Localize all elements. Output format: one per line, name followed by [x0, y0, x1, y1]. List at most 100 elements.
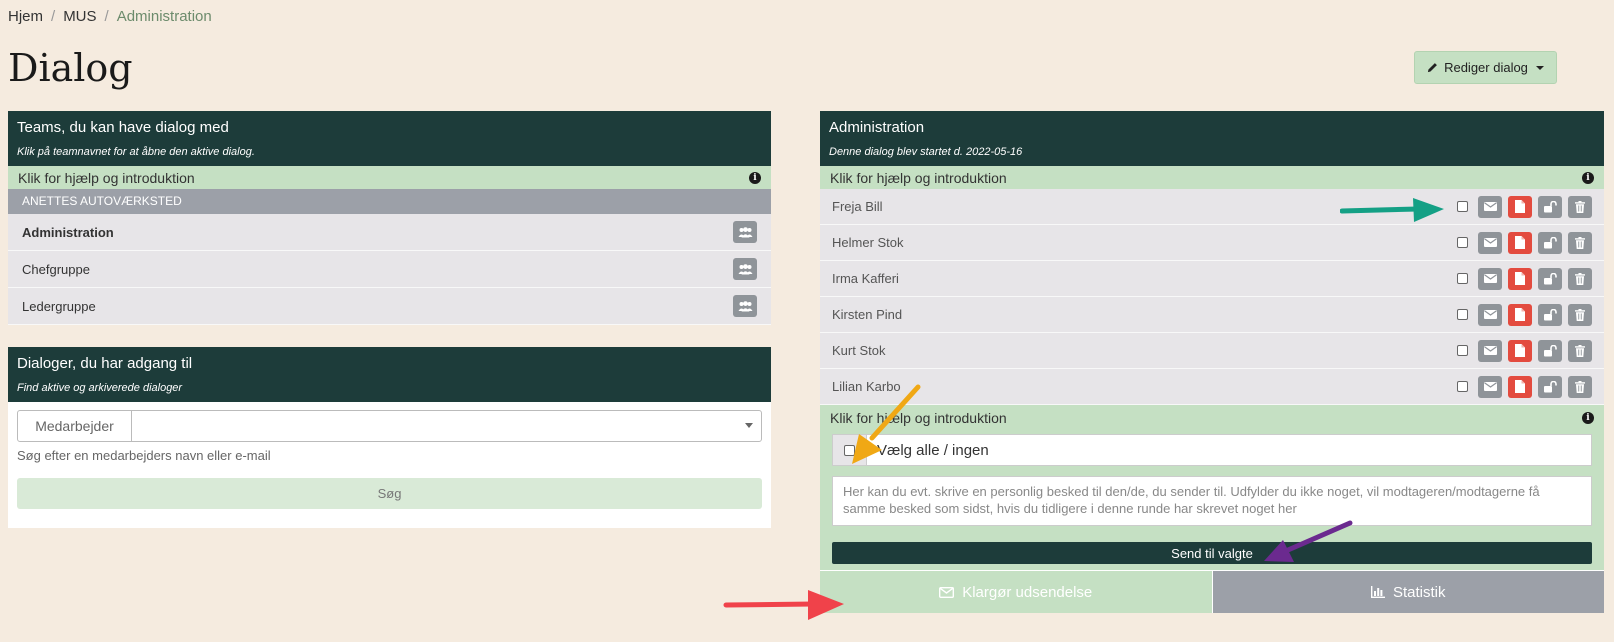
envelope-icon[interactable]: [1478, 339, 1502, 362]
page-title: Dialog: [8, 46, 133, 90]
admin-panel-subtitle: Denne dialog blev startet d. 2022-05-16: [829, 146, 1023, 158]
document-icon[interactable]: [1508, 195, 1532, 218]
admin-panel: Administration Denne dialog blev startet…: [820, 111, 1604, 613]
member-select-checkbox[interactable]: [1457, 309, 1468, 320]
team-row-administration[interactable]: Administration: [8, 214, 771, 251]
member-name: Freja Bill: [832, 199, 883, 214]
breadcrumb-separator: /: [51, 8, 56, 25]
member-name: Irma Kafferi: [832, 271, 899, 286]
envelope-icon[interactable]: [1478, 375, 1502, 398]
dialogs-panel-header: Dialoger, du har adgang til Find aktive …: [8, 347, 771, 402]
breadcrumb-separator: /: [104, 8, 109, 25]
member-actions: [1457, 303, 1592, 326]
admin-panel-header: Administration Denne dialog blev startet…: [820, 111, 1604, 166]
breadcrumb: Hjem / MUS / Administration: [8, 8, 212, 25]
statistics-label: Statistik: [1392, 583, 1446, 601]
team-name[interactable]: Ledergruppe: [22, 299, 96, 314]
admin-panel-title: Administration: [829, 119, 925, 136]
info-icon: i: [1582, 171, 1594, 184]
teams-panel-title: Teams, du kan have dialog med: [17, 119, 229, 136]
dialogs-panel-subtitle: Find aktive og arkiverede dialoger: [17, 382, 183, 394]
teams-panel: Teams, du kan have dialog med Klik på te…: [8, 111, 771, 325]
trash-icon[interactable]: [1568, 231, 1592, 254]
member-select-checkbox[interactable]: [1457, 381, 1468, 392]
message-textarea[interactable]: Her kan du evt. skrive en personlig besk…: [832, 476, 1592, 526]
breadcrumb-current: Administration: [116, 8, 212, 25]
team-group-header: ANETTES AUTOVÆRKSTED: [8, 189, 771, 214]
document-icon[interactable]: [1508, 303, 1532, 326]
trash-icon[interactable]: [1568, 339, 1592, 362]
unlock-icon[interactable]: [1538, 195, 1562, 218]
admin-help-label-2: Klik for hjælp og introduktion: [830, 409, 1007, 426]
admin-help-bar[interactable]: Klik for hjælp og introduktion i: [820, 166, 1604, 189]
member-select-checkbox[interactable]: [1457, 273, 1468, 284]
teams-help-label: Klik for hjælp og introduktion: [18, 169, 195, 186]
document-icon[interactable]: [1508, 339, 1532, 362]
envelope-icon[interactable]: [1478, 231, 1502, 254]
chevron-down-icon: [745, 423, 753, 428]
employee-help-text: Søg efter en medarbejders navn eller e-m…: [17, 448, 271, 463]
trash-icon[interactable]: [1568, 267, 1592, 290]
breadcrumb-home[interactable]: Hjem: [8, 8, 43, 25]
send-wrap: Send til valgte: [820, 536, 1604, 570]
dialogs-panel: Dialoger, du har adgang til Find aktive …: [8, 347, 771, 528]
unlock-icon[interactable]: [1538, 231, 1562, 254]
unlock-icon[interactable]: [1538, 303, 1562, 326]
info-icon: i: [749, 171, 761, 184]
member-row: Kurt Stok: [820, 333, 1604, 369]
team-row-ledergruppe[interactable]: Ledergruppe: [8, 288, 771, 325]
users-icon[interactable]: [733, 258, 757, 280]
breadcrumb-mus[interactable]: MUS: [63, 8, 96, 25]
envelope-icon[interactable]: [1478, 195, 1502, 218]
search-button[interactable]: Søg: [17, 478, 762, 509]
member-row: Helmer Stok: [820, 225, 1604, 261]
prepare-send-button[interactable]: Klargør udsendelse: [820, 571, 1213, 613]
member-select-checkbox[interactable]: [1457, 345, 1468, 356]
envelope-icon[interactable]: [1478, 303, 1502, 326]
envelope-icon: [939, 586, 955, 598]
team-name[interactable]: Administration: [22, 225, 114, 240]
statistics-button[interactable]: Statistik: [1212, 571, 1604, 613]
admin-help-label: Klik for hjælp og introduktion: [830, 169, 1007, 186]
employee-select[interactable]: [132, 411, 761, 441]
trash-icon[interactable]: [1568, 303, 1592, 326]
send-selected-button[interactable]: Send til valgte: [832, 542, 1592, 564]
member-actions: [1457, 267, 1592, 290]
select-all-group: Vælg alle / ingen: [832, 434, 1592, 466]
member-actions: [1457, 231, 1592, 254]
bar-chart-icon: [1370, 586, 1385, 598]
edit-dialog-button[interactable]: Rediger dialog: [1414, 51, 1557, 84]
team-row-chefgruppe[interactable]: Chefgruppe: [8, 251, 771, 288]
pencil-icon: [1427, 63, 1437, 73]
document-icon[interactable]: [1508, 267, 1532, 290]
unlock-icon[interactable]: [1538, 339, 1562, 362]
unlock-icon[interactable]: [1538, 267, 1562, 290]
team-name[interactable]: Chefgruppe: [22, 262, 90, 277]
edit-dialog-label: Rediger dialog: [1444, 60, 1528, 75]
member-select-checkbox[interactable]: [1457, 237, 1468, 248]
member-actions: [1457, 339, 1592, 362]
trash-icon[interactable]: [1568, 195, 1592, 218]
employee-addon: Medarbejder: [18, 411, 132, 441]
info-icon: i: [1582, 411, 1594, 424]
users-icon[interactable]: [733, 295, 757, 317]
select-all-label[interactable]: Vælg alle / ingen: [867, 435, 989, 465]
envelope-icon[interactable]: [1478, 267, 1502, 290]
select-all-checkbox[interactable]: [844, 444, 855, 456]
document-icon[interactable]: [1508, 375, 1532, 398]
teams-panel-subtitle: Klik på teamnavnet for at åbne den aktiv…: [17, 146, 255, 158]
member-select-checkbox[interactable]: [1457, 201, 1468, 212]
member-name: Kirsten Pind: [832, 307, 903, 322]
users-icon[interactable]: [733, 221, 757, 243]
member-row: Irma Kafferi: [820, 261, 1604, 297]
dialogs-panel-title: Dialoger, du har adgang til: [17, 355, 193, 372]
employee-search-group: Medarbejder: [17, 410, 762, 442]
admin-help-bar-2[interactable]: Klik for hjælp og introduktion i: [820, 405, 1604, 430]
document-icon[interactable]: [1508, 231, 1532, 254]
teams-help-bar[interactable]: Klik for hjælp og introduktion i: [8, 166, 771, 189]
bottom-buttons: Klargør udsendelse Statistik: [820, 570, 1604, 613]
trash-icon[interactable]: [1568, 375, 1592, 398]
chevron-down-icon: [1535, 65, 1544, 70]
unlock-icon[interactable]: [1538, 375, 1562, 398]
select-all-checkbox-wrap: [833, 435, 867, 465]
